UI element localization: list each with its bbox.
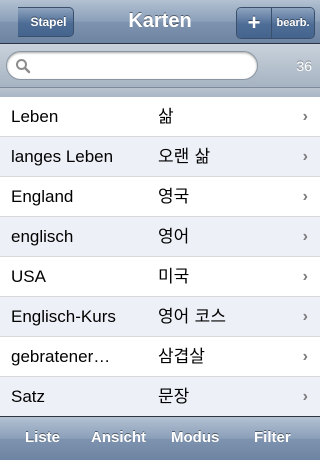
korean-term: 영어 코스 xyxy=(158,307,226,327)
view-button[interactable]: Ansicht xyxy=(91,417,146,459)
korean-term: 미국 xyxy=(158,267,190,287)
chevron-right-icon: › xyxy=(302,188,308,205)
korean-term: 영어 xyxy=(158,227,190,247)
list-button[interactable]: Liste xyxy=(25,417,60,459)
search-field[interactable] xyxy=(6,51,258,80)
nav-action-group: + bearb. xyxy=(236,7,315,39)
bottom-toolbar: Liste Ansicht Modus Filter xyxy=(0,416,320,460)
table-row[interactable]: gebratener… 삼겹살 › xyxy=(0,337,320,377)
card-count: 36 xyxy=(296,58,312,74)
german-term: England xyxy=(11,187,74,206)
search-bar: 36 xyxy=(0,44,320,88)
card-list: Leben 삶 › langes Leben 오랜 삶 › England 영국… xyxy=(0,97,320,417)
german-term: gebratener… xyxy=(11,347,111,366)
navigation-bar: Stapel Karten + bearb. xyxy=(0,0,320,44)
chevron-right-icon: › xyxy=(302,268,308,285)
chevron-right-icon: › xyxy=(302,388,308,405)
german-term: USA xyxy=(11,267,46,286)
table-row[interactable]: England 영국 › xyxy=(0,177,320,217)
chevron-right-icon: › xyxy=(302,348,308,365)
table-row[interactable]: Englisch-Kurs 영어 코스 › xyxy=(0,297,320,337)
table-row[interactable]: langes Leben 오랜 삶 › xyxy=(0,137,320,177)
german-term: Englisch-Kurs xyxy=(11,307,116,326)
filter-button[interactable]: Filter xyxy=(254,417,291,459)
mode-button[interactable]: Modus xyxy=(171,417,219,459)
add-card-button[interactable]: + xyxy=(237,8,272,38)
edit-button[interactable]: bearb. xyxy=(272,8,314,38)
chevron-right-icon: › xyxy=(302,148,308,165)
search-input[interactable] xyxy=(35,55,249,77)
chevron-right-icon: › xyxy=(302,108,308,125)
search-icon xyxy=(16,59,31,74)
korean-term: 영국 xyxy=(158,187,190,207)
german-term: langes Leben xyxy=(11,147,114,166)
korean-term: 삶 xyxy=(158,107,174,127)
table-row[interactable]: Satz 문장 › xyxy=(0,377,320,417)
table-row[interactable]: englisch 영어 › xyxy=(0,217,320,257)
korean-term: 삼겹살 xyxy=(158,347,205,367)
korean-term: 문장 xyxy=(158,387,190,407)
german-term: Satz xyxy=(11,387,46,406)
back-button-stapel[interactable]: Stapel xyxy=(18,7,74,37)
german-term: Leben xyxy=(11,107,59,126)
chevron-right-icon: › xyxy=(302,228,308,245)
german-term: englisch xyxy=(11,227,74,246)
chevron-right-icon: › xyxy=(302,308,308,325)
korean-term: 오랜 삶 xyxy=(158,147,211,167)
table-row[interactable]: USA 미국 › xyxy=(0,257,320,297)
table-row[interactable]: Leben 삶 › xyxy=(0,97,320,137)
